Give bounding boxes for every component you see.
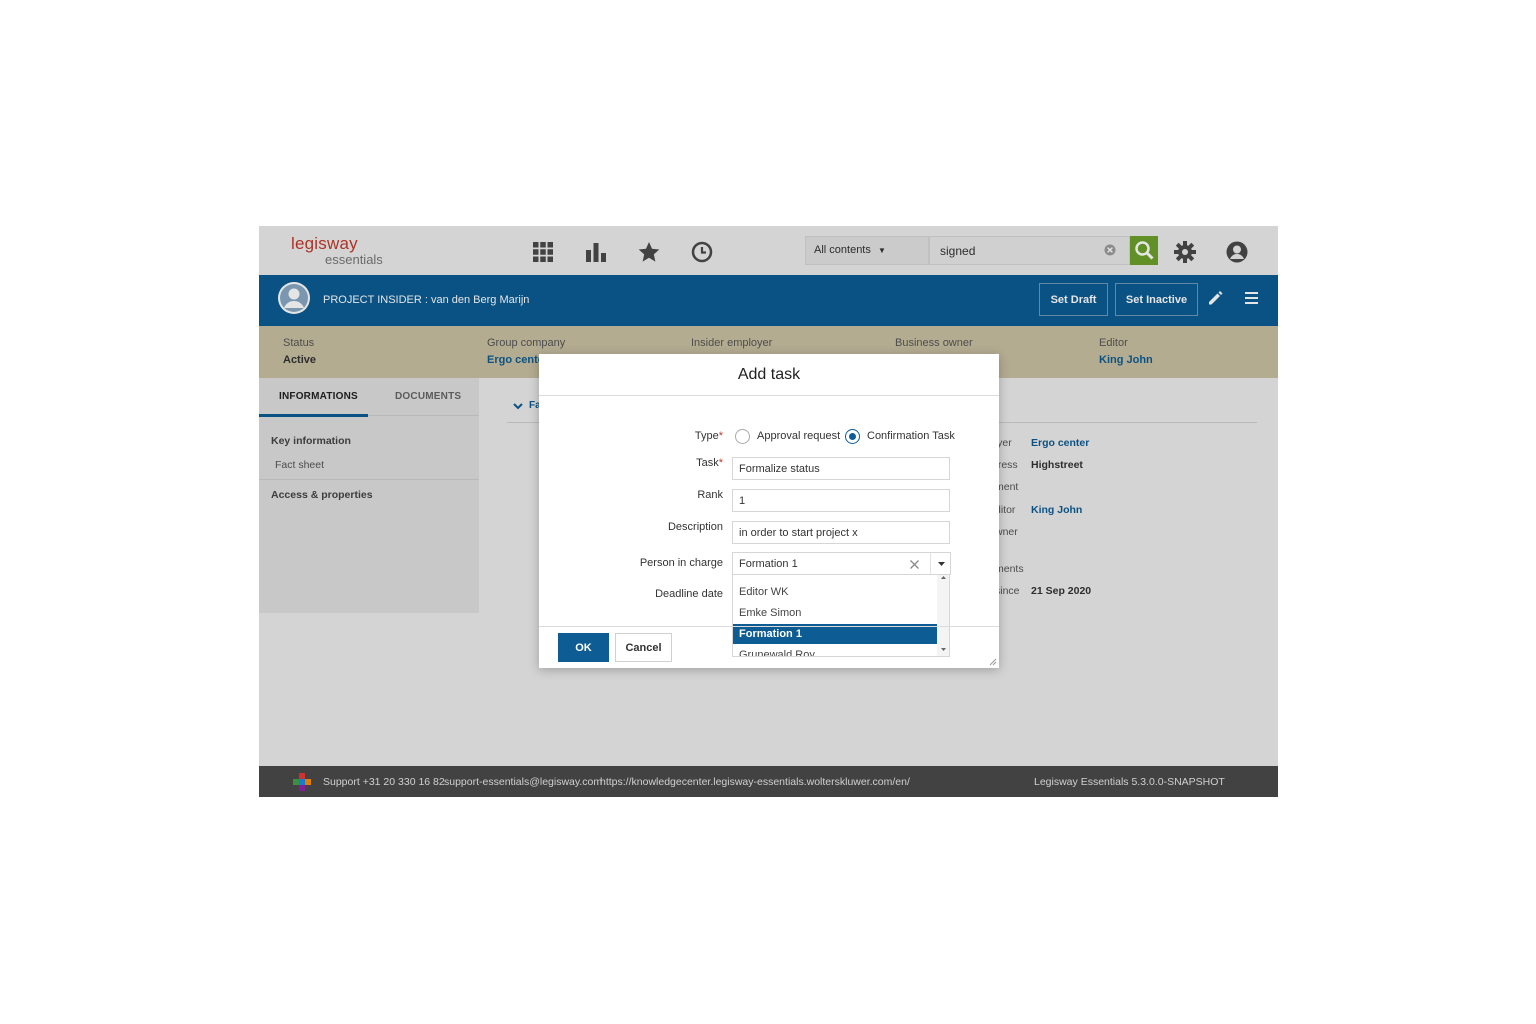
scroll-arrows-icon	[941, 576, 946, 651]
person-in-charge-dropdown: Editor WK Emke Simon Formation 1 Grunewa…	[732, 575, 950, 657]
dropdown-option[interactable]: Editor WK	[733, 582, 937, 602]
radio-approval-request-label[interactable]: Approval request	[757, 430, 840, 442]
task-input[interactable]	[732, 457, 950, 480]
caret-down-icon	[938, 562, 945, 566]
radio-confirmation-task[interactable]	[845, 429, 860, 444]
person-in-charge-combobox[interactable]: Formation 1	[732, 552, 951, 575]
resize-handle-icon[interactable]	[989, 658, 997, 666]
dropdown-scrollbar[interactable]	[937, 575, 949, 656]
description-label: Description	[667, 521, 723, 533]
person-in-charge-label: Person in charge	[639, 557, 723, 569]
clear-icon[interactable]	[909, 559, 920, 570]
rank-input[interactable]	[732, 489, 950, 512]
person-in-charge-value: Formation 1	[739, 558, 798, 570]
dialog-footer-divider	[539, 626, 999, 627]
deadline-date-label: Deadline date	[655, 588, 723, 600]
task-label: Task*	[696, 457, 723, 469]
dropdown-toggle[interactable]	[930, 553, 951, 574]
radio-approval-request[interactable]	[735, 429, 750, 444]
radio-confirmation-task-label[interactable]: Confirmation Task	[867, 430, 955, 442]
add-task-dialog: Add task Type* Approval request Confirma…	[539, 354, 999, 668]
dropdown-option-selected[interactable]: Formation 1	[733, 624, 937, 644]
description-input[interactable]	[732, 521, 950, 544]
dropdown-option[interactable]: Emke Simon	[733, 603, 937, 623]
dialog-title: Add task	[539, 354, 999, 396]
cancel-button[interactable]: Cancel	[615, 633, 672, 662]
rank-label: Rank	[697, 489, 723, 501]
ok-button[interactable]: OK	[558, 633, 609, 662]
type-label: Type*	[694, 430, 723, 442]
dropdown-option[interactable]: Grunewald Roy	[733, 645, 937, 656]
